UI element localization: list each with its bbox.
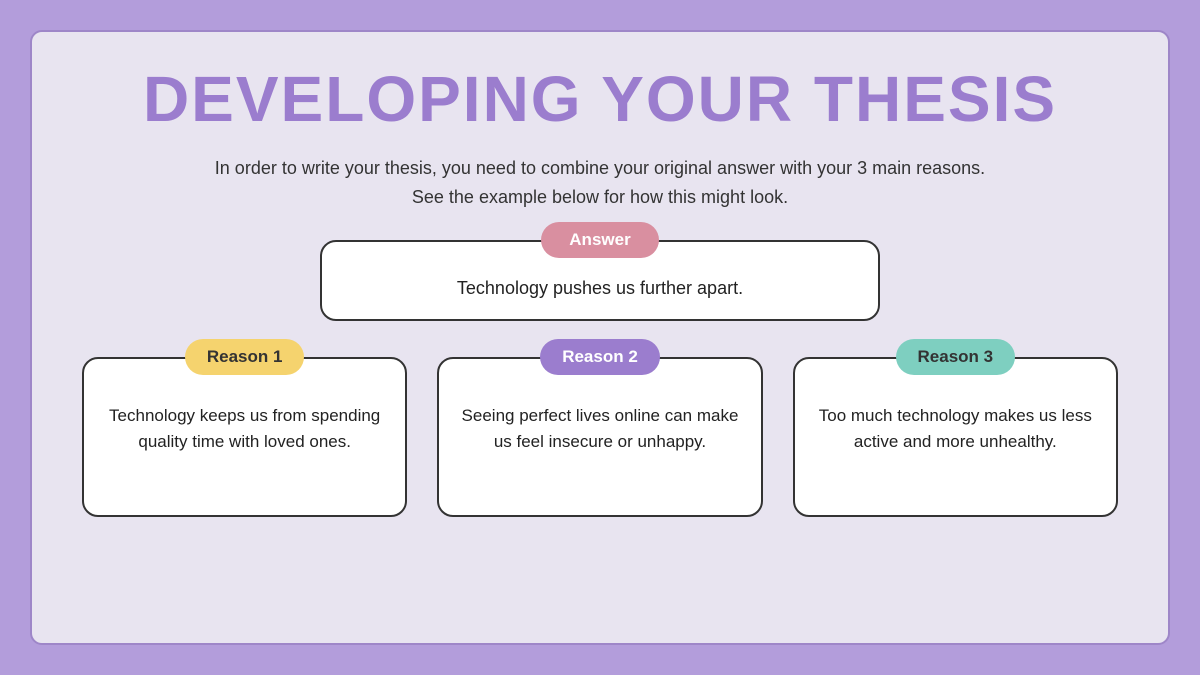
- reason-1-section: Reason 1 Technology keeps us from spendi…: [82, 357, 407, 517]
- slide-subtitle: In order to write your thesis, you need …: [215, 154, 985, 212]
- reason-2-text: Seeing perfect lives online can make us …: [462, 406, 739, 451]
- subtitle-line1: In order to write your thesis, you need …: [215, 158, 985, 178]
- reason-3-section: Reason 3 Too much technology makes us le…: [793, 357, 1118, 517]
- reason-3-text: Too much technology makes us less active…: [819, 406, 1092, 451]
- subtitle-line2: See the example below for how this might…: [412, 187, 788, 207]
- reasons-row: Reason 1 Technology keeps us from spendi…: [82, 357, 1118, 517]
- reason-3-box: Too much technology makes us less active…: [793, 357, 1118, 517]
- slide-title: DEVELOPING YOUR THESIS: [143, 62, 1057, 136]
- reason-3-label: Reason 3: [896, 339, 1016, 375]
- reason-1-label: Reason 1: [185, 339, 305, 375]
- reason-2-label: Reason 2: [540, 339, 660, 375]
- reason-2-box: Seeing perfect lives online can make us …: [437, 357, 762, 517]
- reason-1-box: Technology keeps us from spending qualit…: [82, 357, 407, 517]
- reason-2-section: Reason 2 Seeing perfect lives online can…: [437, 357, 762, 517]
- slide: DEVELOPING YOUR THESIS In order to write…: [30, 30, 1170, 645]
- answer-section: Answer Technology pushes us further apar…: [320, 240, 880, 321]
- answer-label: Answer: [541, 222, 658, 258]
- answer-text: Technology pushes us further apart.: [457, 278, 743, 298]
- reason-1-text: Technology keeps us from spending qualit…: [109, 406, 380, 451]
